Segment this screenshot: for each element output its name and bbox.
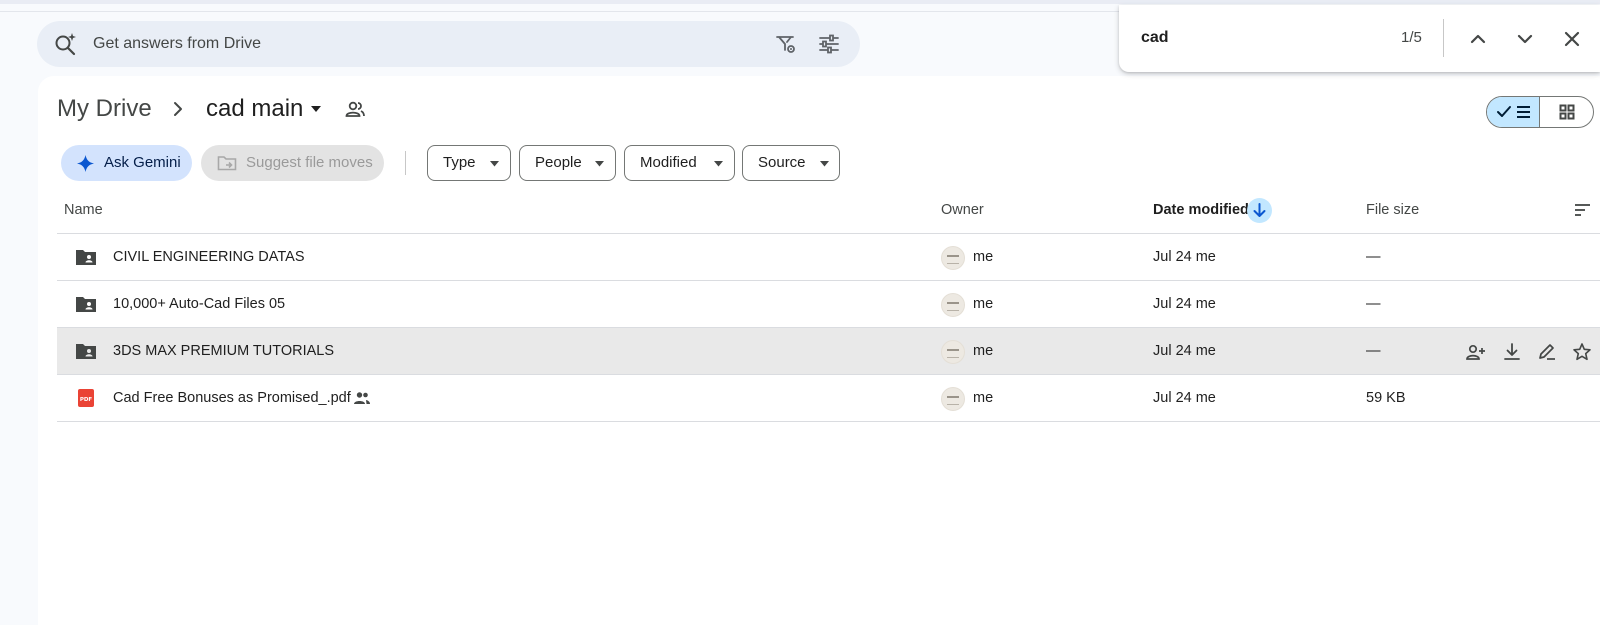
table-row[interactable]: CIVIL ENGINEERING DATAS me Jul 24 me — <box>57 234 1600 281</box>
caret-down-icon <box>595 161 604 167</box>
filter-source-label: Source <box>758 154 806 171</box>
chevron-right-icon <box>174 102 182 116</box>
filter-modified-label: Modified <box>640 154 697 171</box>
column-header-owner: Owner <box>941 202 984 218</box>
file-size-cell: — <box>1366 249 1381 265</box>
filter-type[interactable]: Type <box>427 145 511 181</box>
caret-down-icon <box>490 161 499 167</box>
find-in-page-bar: cad 1/5 <box>1119 5 1600 72</box>
table-row[interactable]: PDF Cad Free Bonuses as Promised_.pdf me… <box>57 375 1600 422</box>
shared-folder-icon <box>76 344 96 359</box>
svg-text:PDF: PDF <box>80 397 93 403</box>
rename-icon[interactable] <box>1536 341 1558 363</box>
find-divider <box>1443 19 1444 57</box>
folder-move-icon <box>217 156 237 171</box>
browser-top-strip <box>0 0 1600 4</box>
shared-folder-people-icon[interactable] <box>345 100 365 118</box>
list-view-icon <box>1516 106 1530 118</box>
column-header-date-modified[interactable]: Date modified <box>1153 202 1249 218</box>
owner-cell: me <box>973 249 994 265</box>
suggest-file-moves-button[interactable]: Suggest file moves <box>201 145 384 181</box>
sparkle-search-icon[interactable] <box>53 31 79 57</box>
file-size-cell: — <box>1366 296 1381 312</box>
file-name[interactable]: Cad Free Bonuses as Promised_.pdf <box>113 390 351 406</box>
drive-search-bar[interactable]: Get answers from Drive <box>37 21 860 67</box>
caret-down-icon <box>820 161 829 167</box>
grid-view-icon <box>1559 104 1574 120</box>
owner-cell: me <box>973 343 994 359</box>
arrow-down-icon <box>1253 203 1266 217</box>
find-query-input[interactable]: cad <box>1141 29 1169 47</box>
file-size-cell: — <box>1366 343 1381 359</box>
breadcrumb-my-drive[interactable]: My Drive <box>57 95 152 123</box>
close-icon[interactable] <box>1559 26 1585 52</box>
avatar <box>941 293 965 317</box>
search-input[interactable]: Get answers from Drive <box>93 35 261 53</box>
owner-cell: me <box>973 390 994 406</box>
avatar <box>941 246 965 270</box>
grid-view-button[interactable] <box>1540 97 1593 127</box>
chevron-down-icon[interactable] <box>1512 26 1538 52</box>
toolbar-divider <box>405 151 406 175</box>
file-name[interactable]: CIVIL ENGINEERING DATAS <box>113 249 305 265</box>
filter-modified[interactable]: Modified <box>624 145 735 181</box>
check-icon <box>1496 106 1511 117</box>
suggest-file-moves-label: Suggest file moves <box>246 154 373 171</box>
column-header-name[interactable]: Name <box>64 202 103 218</box>
avatar <box>941 387 965 411</box>
filter-source[interactable]: Source <box>742 145 840 181</box>
ask-gemini-button[interactable]: Ask Gemini <box>61 145 192 181</box>
download-icon[interactable] <box>1501 341 1523 363</box>
table-row-hovered[interactable]: 3DS MAX PREMIUM TUTORIALS me Jul 24 me — <box>57 328 1600 375</box>
column-header-file-size[interactable]: File size <box>1366 202 1419 218</box>
file-name[interactable]: 10,000+ Auto-Cad Files 05 <box>113 296 285 312</box>
file-name[interactable]: 3DS MAX PREMIUM TUTORIALS <box>113 343 334 359</box>
filter-type-label: Type <box>443 154 476 171</box>
search-settings-icon[interactable] <box>774 32 798 56</box>
gemini-sparkle-icon <box>77 155 94 172</box>
sort-options-icon[interactable] <box>1573 202 1593 218</box>
date-modified-cell: Jul 24 me <box>1153 296 1216 312</box>
filter-people-label: People <box>535 154 582 171</box>
owner-cell: me <box>973 296 994 312</box>
tune-icon[interactable] <box>817 32 841 56</box>
shared-people-icon <box>354 392 370 404</box>
caret-down-icon[interactable] <box>309 104 323 114</box>
find-match-count: 1/5 <box>1401 29 1422 46</box>
chevron-up-icon[interactable] <box>1465 26 1491 52</box>
shared-folder-icon <box>76 297 96 312</box>
pdf-icon: PDF <box>78 389 94 407</box>
file-size-cell: 59 KB <box>1366 390 1406 406</box>
date-modified-cell: Jul 24 me <box>1153 390 1216 406</box>
view-toggle <box>1486 96 1594 128</box>
sort-direction-button[interactable] <box>1247 198 1272 223</box>
filter-people[interactable]: People <box>519 145 616 181</box>
list-view-button[interactable] <box>1487 97 1541 127</box>
ask-gemini-label: Ask Gemini <box>104 154 181 171</box>
avatar <box>941 340 965 364</box>
breadcrumb-current-folder[interactable]: cad main <box>206 95 303 123</box>
caret-down-icon <box>714 161 723 167</box>
share-icon[interactable] <box>1465 341 1487 363</box>
table-row[interactable]: 10,000+ Auto-Cad Files 05 me Jul 24 me — <box>57 281 1600 328</box>
star-icon[interactable] <box>1571 341 1593 363</box>
date-modified-cell: Jul 24 me <box>1153 343 1216 359</box>
date-modified-cell: Jul 24 me <box>1153 249 1216 265</box>
shared-folder-icon <box>76 250 96 265</box>
